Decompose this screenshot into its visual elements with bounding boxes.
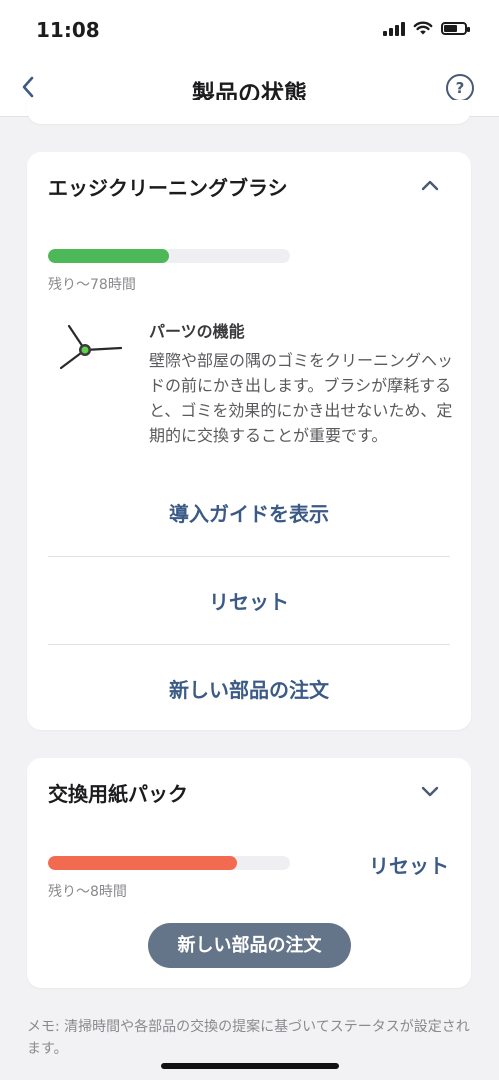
battery-icon bbox=[441, 21, 470, 35]
chevron-up-icon[interactable] bbox=[419, 174, 441, 196]
status-icons bbox=[383, 20, 470, 36]
wifi-icon bbox=[413, 21, 433, 34]
home-indicator bbox=[161, 1063, 339, 1069]
help-button[interactable]: ? bbox=[446, 74, 474, 102]
paper-pack-card: 交換用紙パック リセット 残り〜8時間 新しい部品の注文 bbox=[27, 758, 471, 988]
edge-brush-title: エッジクリーニングブラシ bbox=[48, 176, 288, 200]
paper-pack-order-button[interactable]: 新しい部品の注文 bbox=[148, 923, 351, 968]
function-description: 壁際や部屋の隅のゴミをクリーニングヘッドの前にかき出します。ブラシが摩耗すると、… bbox=[149, 351, 454, 445]
divider bbox=[48, 556, 450, 557]
memo-text: メモ: 清掃時間や各部品の交換の提案に基づいてステータスが設定されます。 bbox=[27, 1019, 470, 1057]
edge-brush-remaining: 残り〜78時間 bbox=[48, 277, 136, 293]
status-bar: 11:08 bbox=[0, 0, 499, 60]
paper-pack-remaining: 残り〜8時間 bbox=[48, 884, 127, 900]
paper-pack-title: 交換用紙パック bbox=[48, 782, 188, 806]
chevron-down-icon[interactable] bbox=[419, 780, 441, 802]
reset-button[interactable]: リセット bbox=[27, 586, 471, 615]
edge-brush-progress-bar bbox=[48, 249, 290, 263]
signal-icon bbox=[383, 20, 405, 36]
order-part-button[interactable]: 新しい部品の注文 bbox=[27, 674, 471, 703]
help-icon: ? bbox=[455, 79, 465, 97]
function-title: パーツの機能 bbox=[149, 322, 245, 341]
status-time: 11:08 bbox=[36, 18, 100, 42]
paper-pack-reset-button[interactable]: リセット bbox=[369, 850, 449, 879]
guide-button[interactable]: 導入ガイドを表示 bbox=[27, 498, 471, 527]
paper-pack-progress-bar bbox=[48, 856, 290, 870]
paper-pack-progress-fill bbox=[48, 856, 237, 870]
edge-brush-progress-fill bbox=[48, 249, 169, 263]
edge-brush-image bbox=[59, 324, 123, 370]
previous-card bbox=[27, 100, 471, 124]
edge-brush-card: エッジクリーニングブラシ 残り〜78時間 パーツの機能 壁際や部屋の隅のゴミをク… bbox=[27, 152, 471, 730]
divider bbox=[48, 644, 450, 645]
